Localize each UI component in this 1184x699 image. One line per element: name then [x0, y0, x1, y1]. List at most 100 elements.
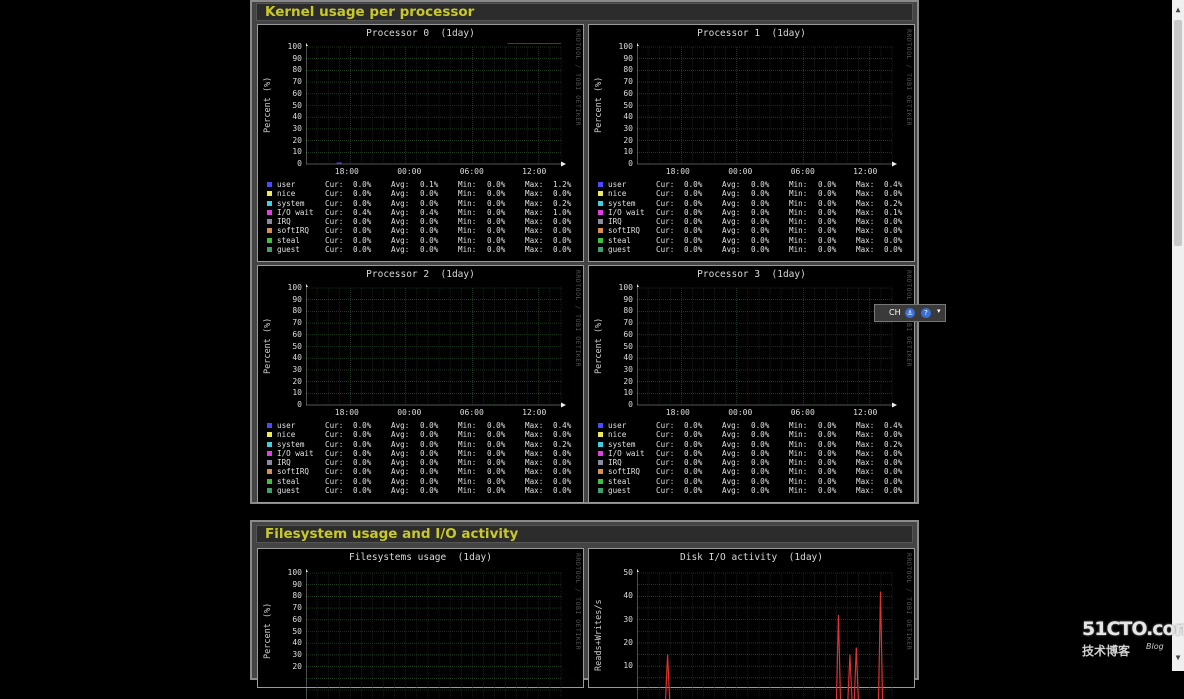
chart-panel: Disk I/O activity (1day) RRDTOOL / TOBI O…: [588, 548, 915, 699]
legend-avg: 0.1%: [420, 180, 439, 189]
legend-max: 0.4%: [553, 421, 572, 430]
y-tick-label: 80: [292, 65, 302, 75]
legend-avg-lbl: Avg:: [722, 245, 741, 255]
legend-min: 0.0%: [487, 207, 506, 217]
legend-avg-lbl: Avg:: [391, 207, 410, 217]
legend-cur-lbl: Cur:: [656, 458, 675, 468]
ime-language[interactable]: CH: [889, 308, 901, 317]
legend-min: 0.0%: [487, 421, 506, 430]
y-tick-label: 20: [623, 135, 633, 145]
series-io-spike: [835, 614, 842, 699]
legend-max: 0.0%: [884, 458, 903, 468]
legend-cur: 0.0%: [353, 458, 372, 468]
scrollbar-thumb[interactable]: [1174, 20, 1182, 246]
y-tick-label: 50: [292, 341, 302, 351]
legend-swatch: [267, 228, 272, 234]
legend-max-lbl: Max:: [856, 189, 875, 199]
kernel-usage-section: Kernel usage per processor Processor 0 (…: [250, 0, 919, 504]
anchor-icon[interactable]: ⚓: [905, 308, 915, 318]
legend-cur: 0.0%: [353, 226, 372, 236]
legend-min-lbl: Min:: [789, 476, 808, 486]
legend-cur: 0.0%: [684, 430, 703, 440]
section-title: Kernel usage per processor: [256, 3, 913, 21]
legend-max-lbl: Max:: [856, 467, 875, 477]
y-tick-label: 20: [623, 637, 633, 647]
legend-cur: 0.0%: [684, 467, 703, 477]
plot-area: [637, 284, 897, 408]
y-tick-label: 10: [292, 388, 302, 398]
legend-cur: 0.0%: [353, 486, 372, 496]
ime-toolbar[interactable]: CH ⚓ ? ▾: [874, 304, 946, 322]
y-tick-label: 90: [623, 53, 633, 63]
legend-avg-lbl: Avg:: [391, 245, 410, 255]
y-tick-label: 30: [292, 364, 302, 374]
legend-name: steal: [608, 476, 631, 486]
legend-avg-lbl: Avg:: [722, 217, 741, 227]
legend-name: IRQ: [608, 458, 622, 468]
legend-max-lbl: Max:: [525, 486, 544, 496]
y-tick-label: 70: [292, 318, 302, 328]
scroll-up-icon[interactable]: ▲: [1172, 4, 1184, 16]
legend-max-lbl: Max:: [525, 235, 544, 245]
legend-row: I/O wait Cur: 0.0% Avg: 0.0% Min: 0.0% Max: 0.1%: [598, 208, 908, 217]
legend-avg: 0.0%: [751, 189, 770, 199]
legend-avg-lbl: Avg:: [722, 226, 741, 236]
legend-max: 0.0%: [553, 189, 572, 199]
legend-cur-lbl: Cur:: [325, 217, 344, 227]
x-tick-label: 18:00: [665, 167, 690, 176]
legend-cur: 0.0%: [353, 189, 372, 199]
legend-avg: 0.0%: [751, 486, 770, 496]
legend-cur-lbl: Cur:: [325, 235, 344, 245]
legend-avg-lbl: Avg:: [391, 448, 410, 458]
y-axis-arrow: [306, 43, 308, 46]
legend-min-lbl: Min:: [458, 189, 477, 199]
legend-avg: 0.0%: [751, 421, 770, 430]
legend-cur: 0.0%: [684, 486, 703, 496]
legend-swatch: [267, 237, 272, 243]
legend-avg-lbl: Avg:: [391, 486, 410, 496]
legend-avg: 0.0%: [420, 226, 439, 236]
legend-cur-lbl: Cur:: [325, 430, 344, 440]
series-io-spike: [665, 654, 671, 699]
legend-max: 0.0%: [884, 245, 903, 255]
legend-cur-lbl: Cur:: [656, 198, 675, 208]
legend-min: 0.0%: [818, 430, 837, 440]
section-title: Filesystem usage and I/O activity: [256, 525, 913, 543]
legend-cur-lbl: Cur:: [656, 486, 675, 496]
y-axis-arrow: [306, 284, 308, 287]
y-tick-label: 10: [623, 661, 633, 671]
legend-max: 0.2%: [553, 198, 572, 208]
legend-swatch: [267, 478, 272, 484]
scroll-down-icon[interactable]: ▼: [1172, 652, 1184, 664]
y-axis-label: Percent (%): [594, 76, 604, 133]
legend-cur-lbl: Cur:: [656, 180, 675, 189]
y-axis-arrow: [637, 43, 639, 46]
legend-max: 0.0%: [884, 217, 903, 227]
legend-row: guest Cur: 0.0% Avg: 0.0% Min: 0.0% Max: 0.0%: [267, 486, 577, 495]
legend-min-lbl: Min:: [789, 421, 808, 430]
plot-area: [637, 43, 897, 167]
legend-name: guest: [277, 245, 300, 255]
legend-max: 0.1%: [884, 207, 903, 217]
legend-min: 0.0%: [487, 198, 506, 208]
legend-avg-lbl: Avg:: [722, 180, 741, 189]
chart-panel: Processor 1 (1day) RRDTOOL / TOBI OETIKER…: [588, 24, 915, 262]
y-tick-label: 0: [297, 400, 302, 409]
vertical-scrollbar[interactable]: ▲ ▼: [1172, 0, 1184, 671]
legend-cur: 0.0%: [684, 476, 703, 486]
x-tick-label: 18:00: [334, 167, 359, 176]
legend-avg: 0.0%: [751, 430, 770, 440]
y-tick-label: 60: [623, 329, 633, 339]
plot-area: [637, 569, 893, 699]
legend-row: softIRQ Cur: 0.0% Avg: 0.0% Min: 0.0% Max: 0.0%: [598, 467, 908, 476]
chevron-down-icon[interactable]: ▾: [937, 307, 941, 315]
legend-min-lbl: Min:: [789, 226, 808, 236]
legend-avg: 0.0%: [751, 476, 770, 486]
help-icon[interactable]: ?: [921, 308, 931, 318]
legend-min: 0.0%: [818, 235, 837, 245]
legend-cur: 0.4%: [353, 207, 372, 217]
legend-name: IRQ: [608, 217, 622, 227]
watermark-line2: 技术博客: [1082, 644, 1131, 658]
chart-panel: Filesystems usage (1day) RRDTOOL / TOBI O…: [257, 548, 584, 699]
legend-swatch: [598, 488, 603, 494]
